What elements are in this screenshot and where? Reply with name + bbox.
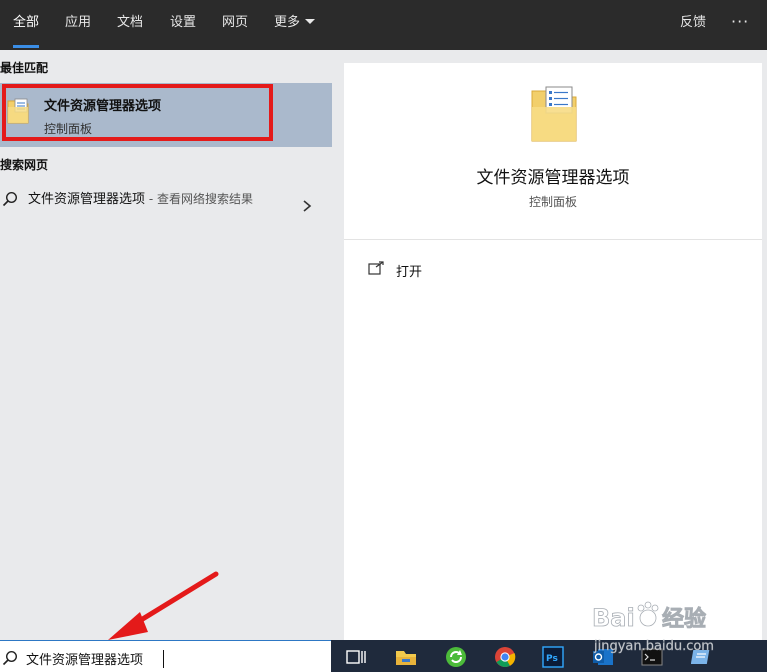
detail-panel: 文件资源管理器选项 控制面板 打开 bbox=[344, 63, 762, 640]
svg-text:Ps: Ps bbox=[546, 654, 558, 664]
tab-more-label: 更多 bbox=[274, 15, 301, 30]
baidu-watermark: Bai 经验 jingyan.baidu.com bbox=[592, 601, 714, 654]
detail-subtitle: 控制面板 bbox=[528, 195, 577, 209]
best-match-heading: 最佳匹配 bbox=[0, 61, 49, 75]
red-arrow-annotation bbox=[108, 571, 219, 640]
red-highlight-box bbox=[2, 84, 273, 141]
refresh-app-icon[interactable] bbox=[445, 646, 467, 668]
tab-more[interactable]: 更多 bbox=[274, 0, 316, 50]
paw-icon bbox=[637, 601, 659, 627]
tab-apps[interactable]: 应用 bbox=[65, 0, 91, 50]
chevron-right-icon[interactable] bbox=[300, 199, 314, 213]
divider bbox=[344, 239, 762, 240]
tab-all[interactable]: 全部 bbox=[13, 0, 40, 50]
web-search-query: 文件资源管理器选项 bbox=[28, 192, 146, 207]
task-view-icon[interactable] bbox=[345, 646, 367, 668]
feedback-button[interactable]: 反馈 bbox=[680, 0, 706, 50]
detail-title: 文件资源管理器选项 bbox=[476, 168, 630, 188]
web-search-suffix: - 查看网络搜索结果 bbox=[145, 192, 253, 206]
web-search-heading: 搜索网页 bbox=[0, 158, 49, 172]
top-nav: 全部 应用 文档 设置 网页 更多 反馈 ··· bbox=[0, 0, 767, 50]
watermark-text-bai: Bai bbox=[592, 604, 635, 632]
folder-options-large-icon bbox=[531, 86, 577, 142]
web-search-text: 文件资源管理器选项 - 查看网络搜索结果 bbox=[28, 190, 288, 209]
results-panel: 最佳匹配 文件资源管理器选项 控制面板 搜索网页 文件资源管理器选项 - 查看网… bbox=[0, 50, 332, 640]
chevron-down-icon bbox=[305, 19, 316, 24]
tab-documents[interactable]: 文档 bbox=[117, 0, 143, 50]
file-explorer-icon[interactable] bbox=[395, 646, 417, 668]
search-input[interactable] bbox=[26, 647, 326, 669]
text-cursor bbox=[163, 650, 164, 668]
open-icon bbox=[368, 261, 384, 275]
tab-web[interactable]: 网页 bbox=[222, 0, 248, 50]
search-icon bbox=[2, 191, 18, 207]
search-icon bbox=[2, 650, 18, 666]
tab-settings[interactable]: 设置 bbox=[170, 0, 196, 50]
watermark-url: jingyan.baidu.com bbox=[593, 639, 714, 654]
more-options-button[interactable]: ··· bbox=[731, 12, 749, 31]
open-label: 打开 bbox=[396, 265, 423, 280]
watermark-text-jingyan: 经验 bbox=[662, 606, 706, 632]
photoshop-icon[interactable]: Ps bbox=[542, 646, 564, 668]
chrome-icon[interactable] bbox=[494, 646, 516, 668]
